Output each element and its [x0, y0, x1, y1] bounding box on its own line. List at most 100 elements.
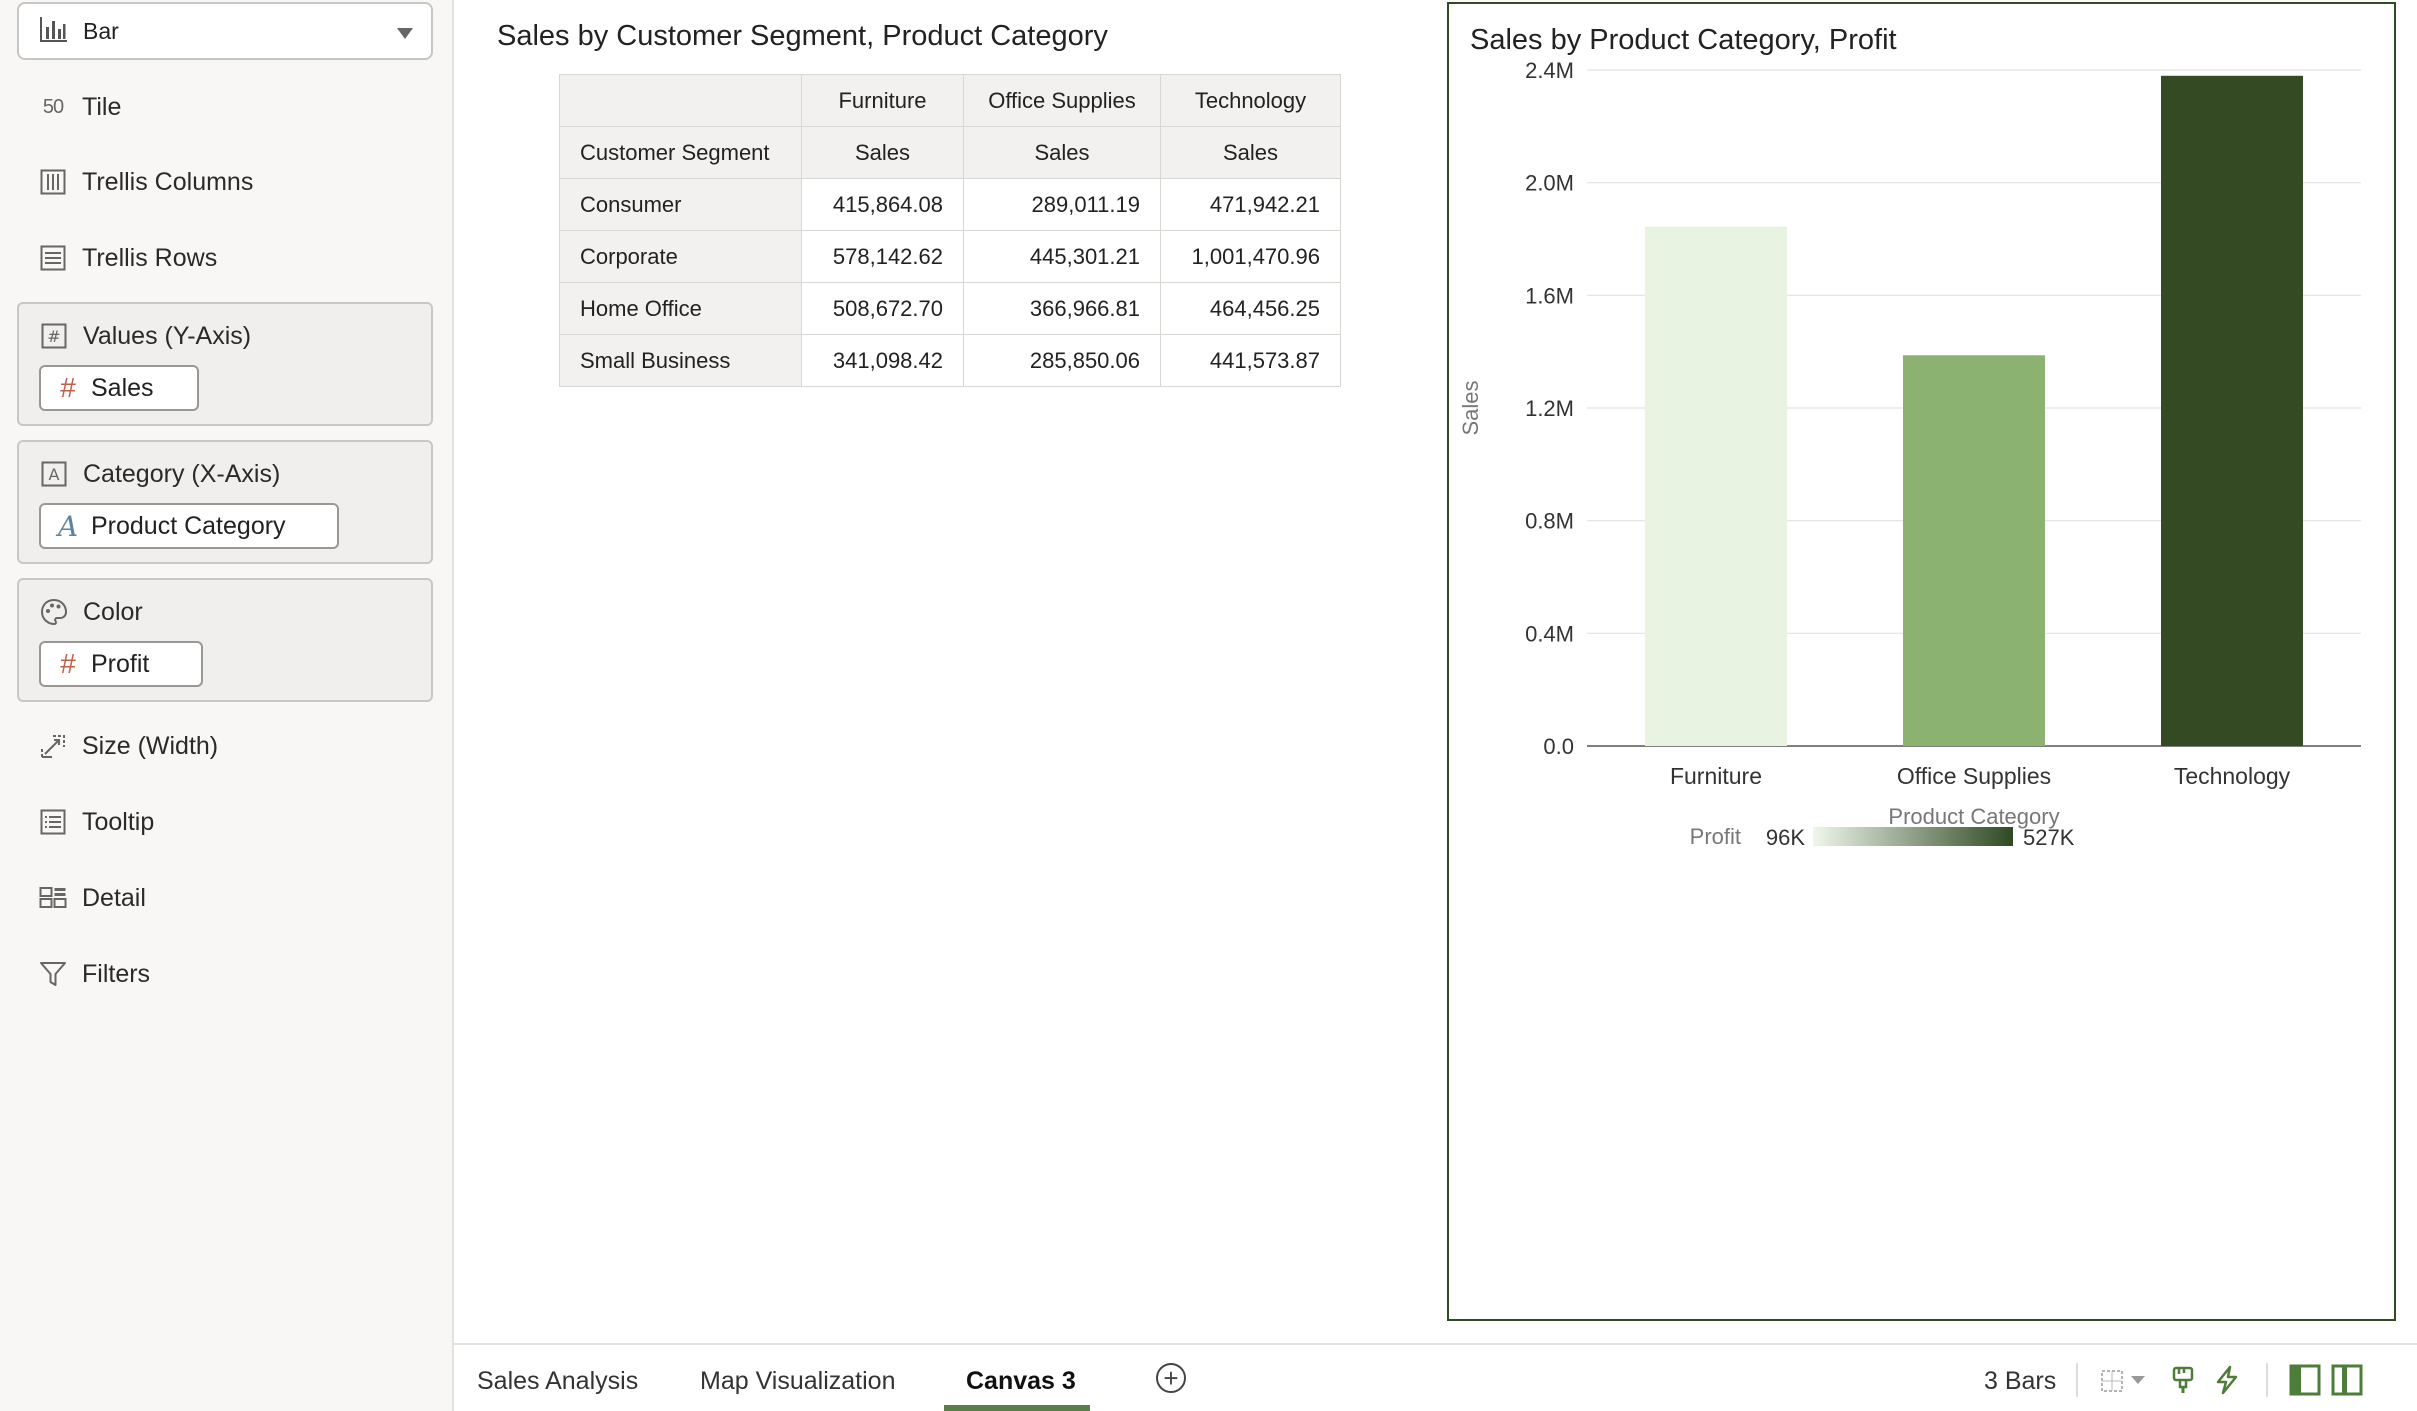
detail-grid-icon [38, 883, 68, 913]
size-width-drop-target[interactable]: Size (Width) [38, 726, 218, 766]
legend-gradient-bar [1813, 827, 2013, 846]
pivot-measure-label: Sales [801, 126, 964, 179]
color-section[interactable]: Color # Profit [17, 578, 433, 702]
values-y-axis-label: Values (Y-Axis) [83, 321, 252, 350]
pivot-cell[interactable]: 445,301.21 [963, 230, 1161, 283]
y-tick-label: 0.0 [1543, 734, 1574, 759]
pivot-row-label[interactable]: Home Office [559, 282, 802, 335]
pivot-row-label[interactable]: Small Business [559, 334, 802, 387]
category-x-axis-header: A Category (X-Axis) [39, 454, 280, 494]
pivot-measure-label: Sales [1160, 126, 1341, 179]
sales-measure-pill[interactable]: # Sales [39, 365, 199, 411]
pivot-cell[interactable]: 1,001,470.96 [1160, 230, 1341, 283]
add-canvas-plus-icon[interactable]: + [1156, 1363, 1186, 1393]
trellis-rows-label: Trellis Rows [82, 243, 218, 272]
table-row: Consumer 415,864.08 289,011.19 471,942.2… [559, 178, 1341, 231]
pivot-column-header[interactable]: Furniture [801, 74, 964, 127]
product-category-pill-label: Product Category [91, 511, 286, 540]
selection-mode-icon[interactable] [2096, 1363, 2130, 1397]
tile-drop-target[interactable]: 50 Tile [38, 87, 121, 127]
y-tick-label: 1.6M [1525, 283, 1574, 308]
size-icon [38, 731, 68, 761]
pivot-cell[interactable]: 471,942.21 [1160, 178, 1341, 231]
svg-text:A: A [49, 465, 60, 484]
left-panel-toggle-icon[interactable] [2288, 1363, 2322, 1397]
grammar-panel: Bar 50 Tile Trellis Columns Trellis Rows… [0, 0, 454, 1411]
active-tab-indicator [944, 1405, 1090, 1411]
tab-sales-analysis[interactable]: Sales Analysis [477, 1367, 638, 1396]
bar[interactable] [2161, 75, 2303, 746]
trellis-columns-drop-target[interactable]: Trellis Columns [38, 162, 253, 202]
pivot-row-label[interactable]: Consumer [559, 178, 802, 231]
pivot-cell[interactable]: 341,098.42 [801, 334, 964, 387]
bar[interactable] [1645, 226, 1787, 746]
chevron-down-icon[interactable] [397, 28, 413, 39]
tooltip-label: Tooltip [82, 807, 155, 836]
visualization-type-label: Bar [83, 17, 119, 44]
canvas-tab-bar: Sales Analysis Map Visualization Canvas … [454, 1343, 2417, 1411]
values-y-axis-section[interactable]: # Values (Y-Axis) # Sales [17, 302, 433, 426]
status-bar-count: 3 Bars [1984, 1367, 2057, 1395]
table-row: Corporate 578,142.62 445,301.21 1,001,47… [559, 230, 1341, 283]
x-tick-label: Furniture [1670, 763, 1762, 789]
pivot-column-header[interactable]: Office Supplies [963, 74, 1161, 127]
pivot-cell[interactable]: 508,672.70 [801, 282, 964, 335]
trellis-columns-label: Trellis Columns [82, 167, 254, 196]
y-tick-label: 2.4M [1525, 58, 1574, 83]
pivot-cell[interactable]: 366,966.81 [963, 282, 1161, 335]
measure-hash-icon: # [39, 321, 69, 351]
legend-max-label: 527K [2023, 825, 2075, 850]
tooltip-list-icon [38, 807, 68, 837]
lightning-bolt-icon[interactable] [2210, 1363, 2244, 1397]
color-label: Color [83, 597, 143, 626]
toolbar-divider [2266, 1363, 2268, 1397]
measure-hash-icon: # [60, 372, 76, 403]
pivot-cell[interactable]: 415,864.08 [801, 178, 964, 231]
tab-canvas-3[interactable]: Canvas 3 [966, 1367, 1076, 1396]
pivot-table-title: Sales by Customer Segment, Product Categ… [497, 20, 1108, 52]
trellis-rows-drop-target[interactable]: Trellis Rows [38, 238, 217, 278]
pivot-cell[interactable]: 441,573.87 [1160, 334, 1341, 387]
right-panel-toggle-icon[interactable] [2330, 1363, 2364, 1397]
pivot-column-header[interactable]: Technology [1160, 74, 1341, 127]
pivot-measure-header-row: Customer Segment Sales Sales Sales [559, 126, 1341, 179]
pivot-cell[interactable]: 464,456.25 [1160, 282, 1341, 335]
x-tick-label: Technology [2174, 763, 2291, 789]
y-tick-label: 0.4M [1525, 621, 1574, 646]
size-width-label: Size (Width) [82, 731, 219, 760]
pivot-row-label[interactable]: Corporate [559, 230, 802, 283]
tile-icon: 50 [42, 95, 64, 118]
table-row: Home Office 508,672.70 366,966.81 464,45… [559, 282, 1341, 335]
bar[interactable] [1903, 355, 2045, 746]
pivot-table[interactable]: Furniture Office Supplies Technology Cus… [559, 74, 1341, 387]
category-x-axis-section[interactable]: A Category (X-Axis) A Product Category [17, 440, 433, 564]
attribute-a-icon: A [57, 509, 79, 543]
chevron-down-icon[interactable] [2128, 1363, 2148, 1397]
pivot-cell[interactable]: 289,011.19 [963, 178, 1161, 231]
pivot-corner-cell [559, 74, 802, 127]
brush-format-icon[interactable] [2166, 1363, 2200, 1397]
palette-icon [39, 597, 69, 627]
profit-measure-pill[interactable]: # Profit [39, 641, 203, 687]
y-tick-label: 2.0M [1525, 171, 1574, 196]
pivot-cell[interactable]: 285,850.06 [963, 334, 1161, 387]
tab-map-visualization[interactable]: Map Visualization [700, 1367, 895, 1396]
tooltip-drop-target[interactable]: Tooltip [38, 802, 154, 842]
bar-chart-visualization[interactable]: Sales by Product Category, Profit 0.0 0.4… [1447, 2, 2396, 1321]
filters-drop-target[interactable]: Filters [38, 954, 150, 994]
visualization-type-dropdown[interactable]: Bar [17, 2, 433, 60]
pivot-row-header-label[interactable]: Customer Segment [559, 126, 802, 179]
profit-pill-label: Profit [91, 649, 150, 678]
product-category-attribute-pill[interactable]: A Product Category [39, 503, 339, 549]
bar-chart-canvas[interactable]: 0.0 0.4M 0.8M 1.2M 1.6M 2.0M 2.4M Sales Furnitur… [1449, 4, 2394, 1319]
x-tick-label: Office Supplies [1897, 763, 2051, 789]
detail-drop-target[interactable]: Detail [38, 878, 146, 918]
attribute-a-icon: A [39, 459, 69, 489]
bar-chart-icon [39, 15, 69, 48]
values-y-axis-header: # Values (Y-Axis) [39, 316, 251, 356]
measure-hash-icon: # [60, 648, 76, 679]
pivot-cell[interactable]: 578,142.62 [801, 230, 964, 283]
detail-label: Detail [82, 883, 146, 912]
legend-title: Profit [1690, 824, 1741, 849]
y-tick-label: 0.8M [1525, 509, 1574, 534]
